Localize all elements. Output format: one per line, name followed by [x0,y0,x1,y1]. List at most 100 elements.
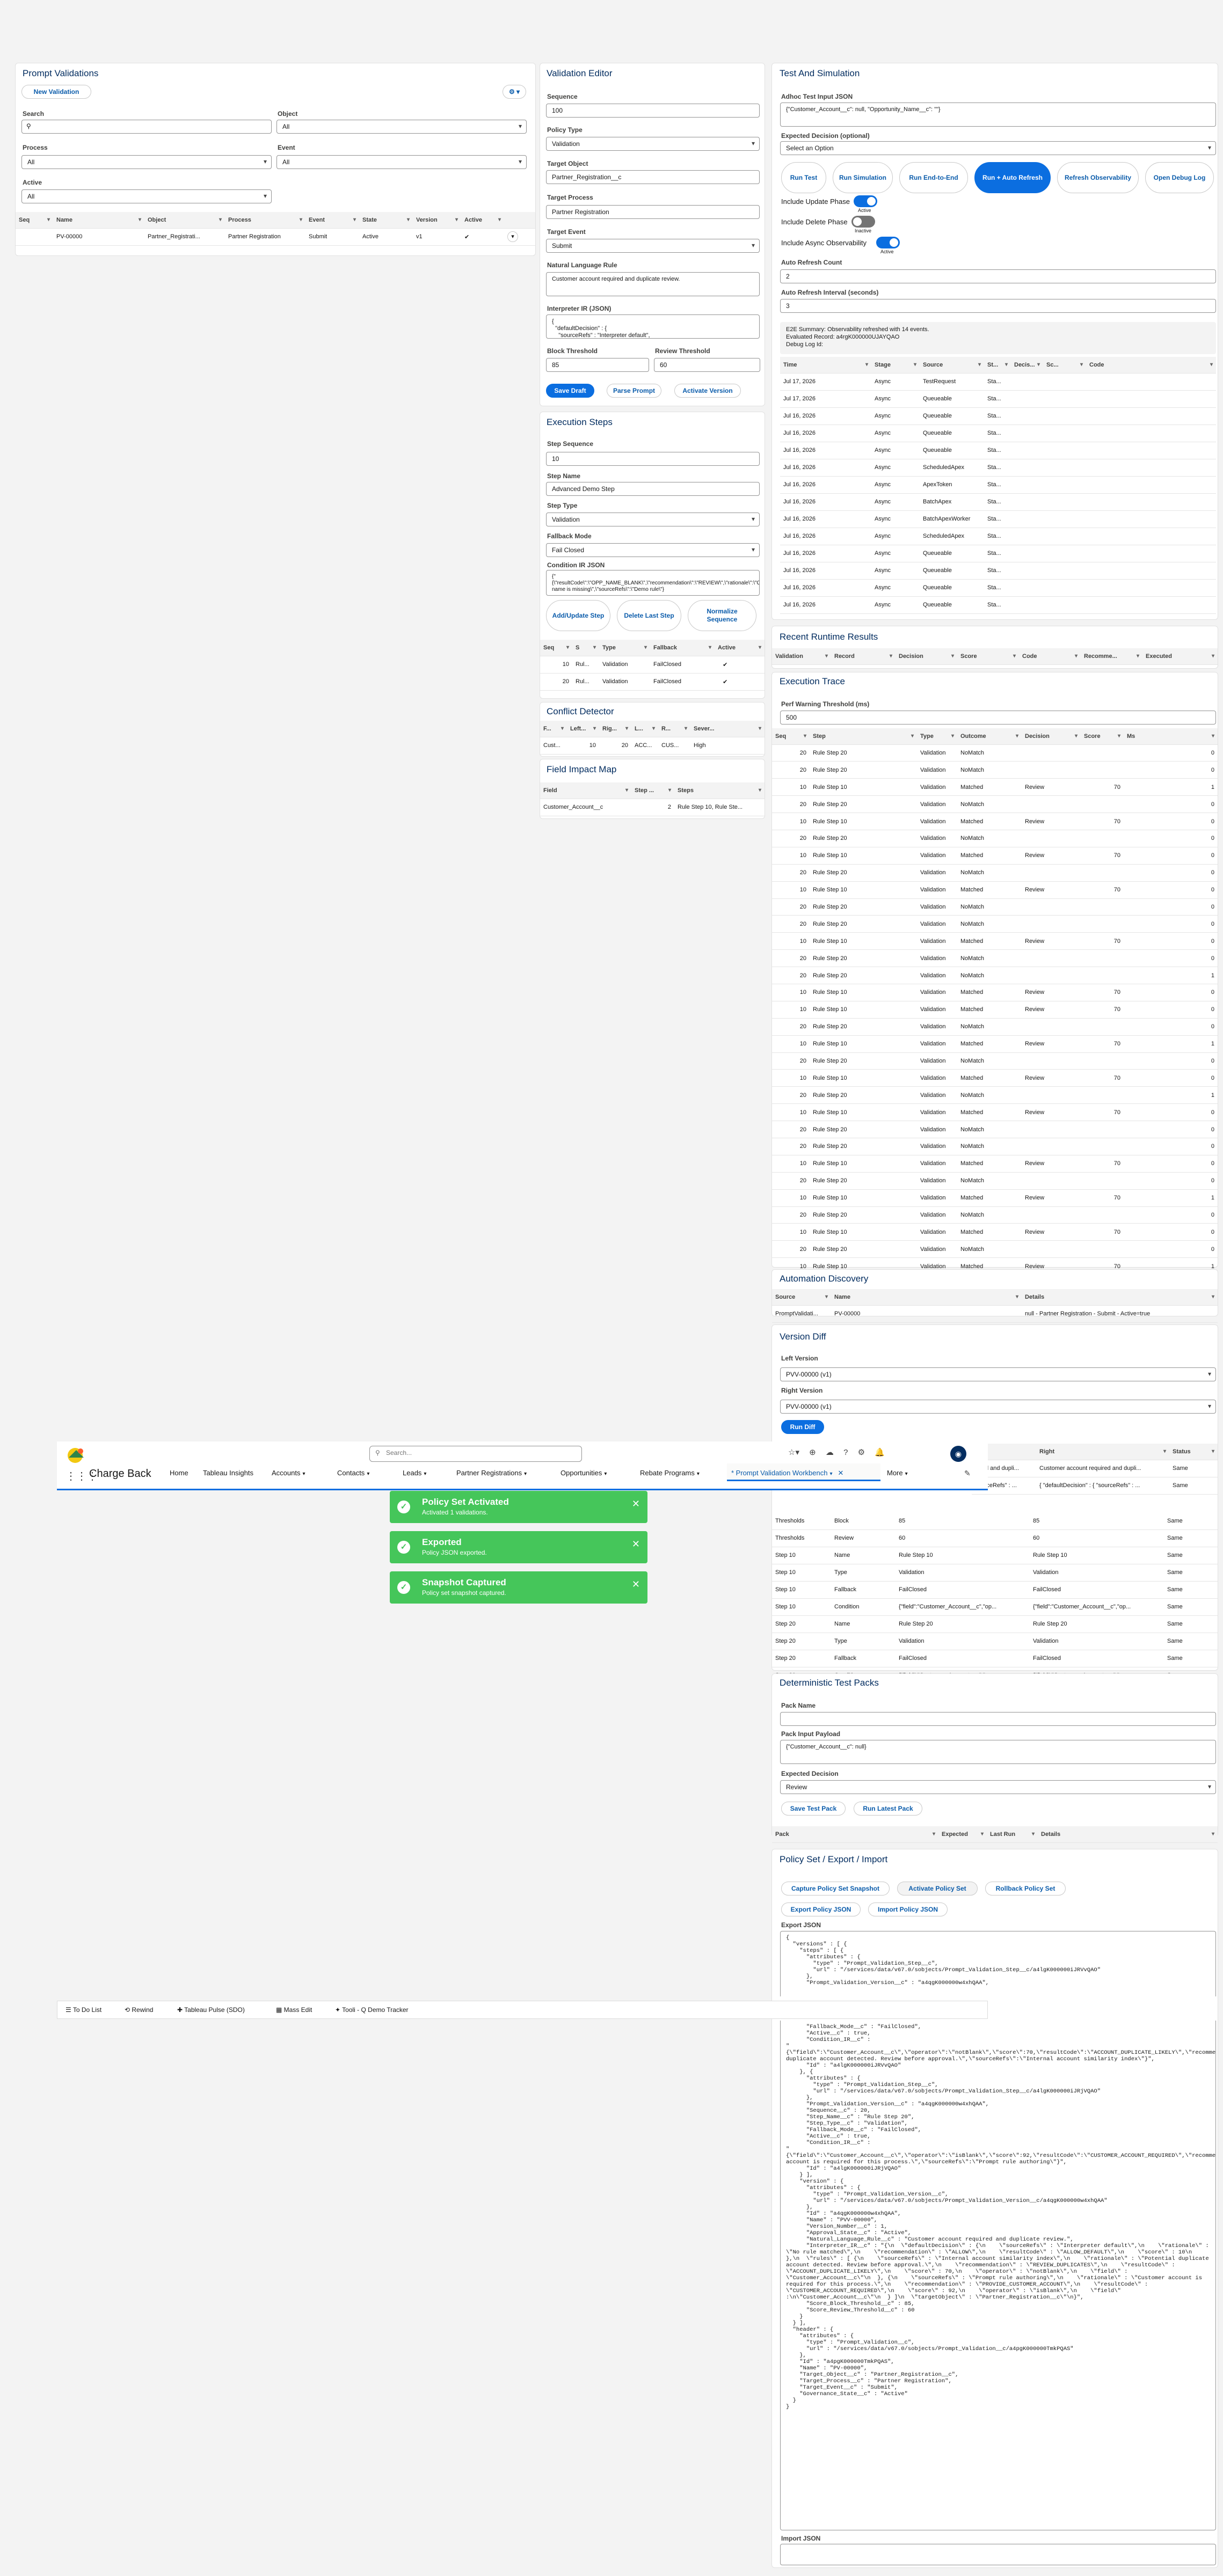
column-header[interactable]: Ms ▾ [1124,728,1218,745]
table-row[interactable]: 20 Rule Step 20 Validation NoMatch 0 [772,864,1218,882]
col-state[interactable]: State ▾ [359,212,413,229]
table-row[interactable]: Jul 16, 2026 Async ApexToken Sta... [780,476,1216,494]
include-async-toggle[interactable] [876,237,900,248]
table-row[interactable]: Jul 16, 2026 Async BatchApex Sta... [780,493,1216,511]
table-row[interactable]: Jul 16, 2026 Async Queueable Sta... [780,545,1216,562]
column-header[interactable]: Stage ▾ [871,357,920,374]
tab-rebate-programs[interactable]: Rebate Programs ▾ [640,1469,700,1477]
table-row[interactable]: Step 10 Fallback FailClosed FailClosed Same [772,1581,1218,1599]
new-validation-button[interactable]: New Validation [21,85,91,99]
import-json-textarea[interactable] [780,2544,1216,2565]
col-seq[interactable]: Seq ▾ [16,212,53,229]
table-row[interactable]: 10 Rul... Validation FailClosed ✔ [540,656,765,674]
review-threshold-input[interactable]: 60 [654,358,760,372]
delete-last-step-button[interactable]: Delete Last Step [617,600,681,631]
run-simulation-button[interactable]: Run Simulation [833,162,893,193]
table-row[interactable]: 10 Rule Step 10 Validation Matched Review 70 0 [772,1155,1218,1173]
table-row[interactable]: Jul 16, 2026 Async BatchApexWorker Sta... [780,510,1216,528]
activate-policy-set-button[interactable]: Activate Policy Set [897,1882,978,1896]
column-header[interactable]: Score ▾ [1081,728,1124,745]
right-version-select[interactable]: PVV-00000 (v1) [780,1400,1216,1414]
table-row[interactable]: Step 20 Name Rule Step 20 Rule Step 20 Same [772,1615,1218,1633]
event-select[interactable]: All [276,155,527,169]
table-row[interactable]: 10 Rule Step 10 Validation Matched Review 70 0 [772,1103,1218,1122]
table-row[interactable]: 10 Rule Step 10 Validation Matched Review 70 1 [772,1189,1218,1207]
pack-expected-select[interactable]: Review [780,1780,1216,1794]
column-header[interactable]: Seq ▾ [772,728,810,745]
ir-textarea[interactable]: { "defaultDecision" : { "sourceRefs" : "… [546,314,760,339]
column-header[interactable]: Type ▾ [917,728,957,745]
table-row[interactable]: Thresholds Block 85 85 Same [772,1512,1218,1530]
target-object-input[interactable]: Partner_Registration__c [546,170,760,184]
pack-payload-textarea[interactable]: {"Customer_Account__c": null} [780,1740,1216,1764]
target-process-input[interactable]: Partner Registration [546,205,760,219]
tab-leads[interactable]: Leads ▾ [403,1469,426,1477]
column-header[interactable]: Score ▾ [957,648,1019,665]
notifications-bell-icon[interactable]: 🔔 [875,1448,885,1457]
save-test-pack-button[interactable]: Save Test Pack [781,1802,846,1816]
tab-tableau-insights[interactable]: Tableau Insights [203,1469,253,1477]
add-update-step-button[interactable]: Add/Update Step [546,600,610,631]
edit-nav-pencil-icon[interactable]: ✎ [964,1469,971,1478]
col-object[interactable]: Object ▾ [144,212,225,229]
table-row[interactable]: 20 Rule Step 20 Validation NoMatch 0 [772,949,1218,968]
column-header[interactable]: Step ▾ [810,728,917,745]
export-json-top[interactable]: { "versions" : [ { "steps" : [ { "attrib… [780,1931,1216,1996]
search-input[interactable]: ⚲ [21,120,272,134]
col-name[interactable]: Name ▾ [53,212,144,229]
block-threshold-input[interactable]: 85 [546,358,649,372]
col-event[interactable]: Event ▾ [305,212,359,229]
favorites-star-icon[interactable]: ☆▾ [788,1448,799,1457]
table-row[interactable]: Thresholds Review 60 60 Same [772,1529,1218,1547]
normalize-sequence-button[interactable]: Normalize Sequence [688,600,756,631]
table-row[interactable]: 20 Rule Step 20 Validation NoMatch 0 [772,898,1218,916]
tab-opportunities[interactable]: Opportunities ▾ [560,1469,607,1477]
col-active[interactable]: Active ▾ [461,212,504,229]
expected-decision-select[interactable]: Select an Option [780,141,1216,155]
tab-partner-registrations[interactable]: Partner Registrations ▾ [456,1469,527,1477]
policy-type-select[interactable]: Validation [546,137,760,151]
table-row[interactable]: 20 Rule Step 20 Validation NoMatch 0 [772,1121,1218,1138]
table-row[interactable]: 10 Rule Step 10 Validation Matched Review 70 0 [772,1001,1218,1019]
run-end-to-end-button[interactable]: Run End-to-End [899,162,968,193]
table-row[interactable]: Jul 16, 2026 Async Queueable Sta... [780,425,1216,442]
close-icon[interactable]: ✕ [632,1498,640,1510]
auto-interval-input[interactable]: 3 [780,299,1216,313]
auto-count-input[interactable]: 2 [780,269,1216,283]
refresh-observability-button[interactable]: Refresh Observability [1057,162,1139,193]
table-row[interactable]: 10 Rule Step 10 Validation Matched Review 70 0 [772,932,1218,950]
tab-prompt-validation-workbench[interactable]: * Prompt Validation Workbench ▾ ✕ [727,1463,880,1481]
column-header[interactable]: Code ▾ [1019,648,1081,665]
sequence-input[interactable]: 100 [546,104,760,118]
column-header[interactable]: Time ▾ [780,357,871,374]
table-row[interactable]: Step 10 Type Validation Validation Same [772,1564,1218,1582]
column-header[interactable]: Decis... ▾ [1011,357,1043,374]
step-name-input[interactable]: Advanced Demo Step [546,482,760,496]
settings-icon[interactable]: ⚙ [858,1448,865,1457]
column-header[interactable]: St... ▾ [984,357,1011,374]
left-version-select[interactable]: PVV-00000 (v1) [780,1367,1216,1381]
column-header[interactable]: Validation ▾ [772,648,831,665]
table-row[interactable]: Step 20 Type Validation Validation Same [772,1633,1218,1650]
table-row[interactable]: 20 Rule Step 20 Validation NoMatch 0 [772,830,1218,847]
table-row[interactable]: Jul 16, 2026 Async ScheduledApex Sta... [780,528,1216,545]
include-update-toggle[interactable] [854,195,877,207]
column-header[interactable]: Sc... ▾ [1043,357,1086,374]
fallback-select[interactable]: Fail Closed [546,543,760,557]
table-row[interactable]: 10 Rule Step 10 Validation Matched Review 70 0 [772,813,1218,830]
column-header[interactable]: Recomme... ▾ [1081,648,1142,665]
export-json-textarea[interactable]: "Fallback_Mode__c" : "FailClosed", "Acti… [780,2021,1216,2530]
table-row[interactable]: Customer_Account__c 2 Rule Step 10, Rule… [540,799,765,816]
column-header[interactable]: Executed ▾ [1142,648,1218,665]
help-icon[interactable]: ? [843,1448,848,1457]
run-diff-button[interactable]: Run Diff [781,1420,824,1434]
close-icon[interactable]: ✕ [632,1579,640,1590]
process-select[interactable]: All [21,155,272,169]
column-header[interactable]: Source ▾ [920,357,984,374]
step-type-select[interactable]: Validation [546,513,760,526]
table-row[interactable]: 20 Rule Step 20 Validation NoMatch 0 [772,761,1218,779]
table-row[interactable]: 20 Rule Step 20 Validation NoMatch 0 [772,915,1218,933]
tab-accounts[interactable]: Accounts ▾ [272,1469,305,1477]
table-row[interactable]: 10 Rule Step 10 Validation Matched Review 70 0 [772,984,1218,1001]
close-icon[interactable]: ✕ [632,1539,640,1550]
